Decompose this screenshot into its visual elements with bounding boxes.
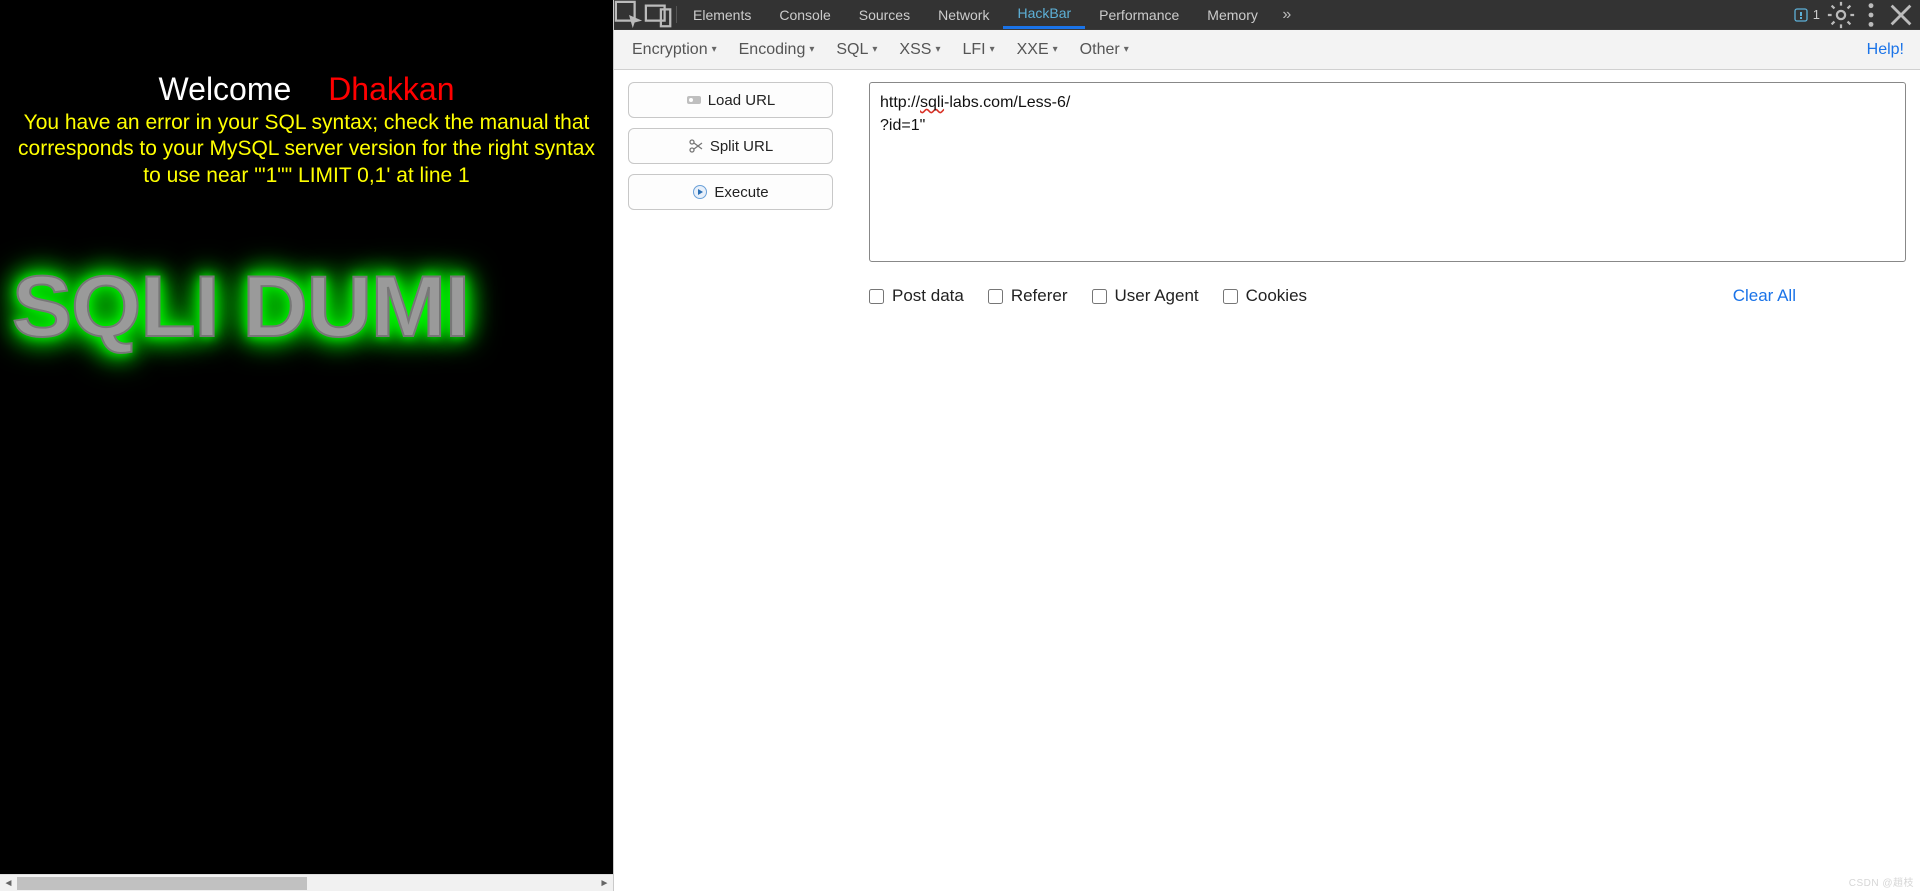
device-toggle-icon[interactable]: [644, 0, 674, 29]
sqli-logo-text: SQLI DUMI: [12, 258, 469, 357]
kebab-menu-icon[interactable]: [1856, 0, 1886, 30]
menu-encoding[interactable]: Encoding▾: [731, 37, 823, 63]
inspect-icon[interactable]: [614, 0, 644, 29]
tab-hackbar[interactable]: HackBar: [1003, 0, 1085, 29]
check-referer[interactable]: Referer: [988, 286, 1068, 306]
tab-network[interactable]: Network: [924, 0, 1003, 29]
menu-sql[interactable]: SQL▾: [828, 37, 885, 63]
hackbar-menubar: Encryption▾ Encoding▾ SQL▾ XSS▾ LFI▾ XXE…: [614, 30, 1920, 70]
menu-encryption[interactable]: Encryption▾: [624, 37, 725, 63]
split-url-button[interactable]: Split URL: [628, 128, 833, 164]
check-cookies[interactable]: Cookies: [1223, 286, 1307, 306]
menu-xxe[interactable]: XXE▾: [1009, 37, 1066, 63]
help-link[interactable]: Help!: [1867, 41, 1910, 59]
devtools-header: Elements Console Sources Network HackBar…: [614, 0, 1920, 30]
tab-memory[interactable]: Memory: [1193, 0, 1272, 29]
settings-icon[interactable]: [1826, 0, 1856, 30]
scrollbar-thumb[interactable]: [17, 877, 307, 890]
issues-count: 1: [1813, 7, 1820, 22]
load-icon: [686, 92, 702, 108]
clear-all-link[interactable]: Clear All: [1733, 286, 1796, 306]
scroll-right-arrow[interactable]: ►: [596, 875, 613, 892]
welcome-text: Welcome: [159, 71, 292, 107]
check-user-agent[interactable]: User Agent: [1092, 286, 1199, 306]
tab-elements[interactable]: Elements: [679, 0, 765, 29]
watermark: CSDN @趙枝: [1849, 874, 1914, 889]
more-tabs-icon[interactable]: »: [1272, 0, 1302, 29]
sql-error-message: You have an error in your SQL syntax; ch…: [0, 108, 613, 189]
tab-console[interactable]: Console: [765, 0, 844, 29]
horizontal-scrollbar[interactable]: ◄ ►: [0, 874, 613, 891]
scrollbar-track[interactable]: [17, 875, 596, 891]
menu-lfi[interactable]: LFI▾: [954, 37, 1002, 63]
url-input[interactable]: http://sqli-labs.com/Less-6/?id=1": [869, 82, 1906, 262]
close-devtools-icon[interactable]: [1886, 0, 1916, 30]
devtools-tabs: Elements Console Sources Network HackBar…: [679, 0, 1302, 29]
dhakkan-text: Dhakkan: [328, 71, 454, 107]
tab-sources[interactable]: Sources: [845, 0, 924, 29]
menu-other[interactable]: Other▾: [1072, 37, 1137, 63]
check-post-data[interactable]: Post data: [869, 286, 964, 306]
hackbar-body: Load URL Split URL Execute http://sqli-l…: [614, 70, 1920, 318]
issues-indicator[interactable]: 1: [1787, 7, 1826, 23]
devtools-panel: Elements Console Sources Network HackBar…: [613, 0, 1920, 891]
play-icon: [692, 184, 708, 200]
welcome-heading: Welcome Dhakkan: [0, 71, 613, 108]
scroll-left-arrow[interactable]: ◄: [0, 875, 17, 892]
tab-performance[interactable]: Performance: [1085, 0, 1193, 29]
execute-button[interactable]: Execute: [628, 174, 833, 210]
hackbar-options-row: Post data Referer User Agent Cookies Cle…: [869, 286, 1906, 306]
rendered-page: Welcome Dhakkan You have an error in you…: [0, 0, 613, 891]
scissors-icon: [688, 138, 704, 154]
menu-xss[interactable]: XSS▾: [891, 37, 948, 63]
load-url-button[interactable]: Load URL: [628, 82, 833, 118]
